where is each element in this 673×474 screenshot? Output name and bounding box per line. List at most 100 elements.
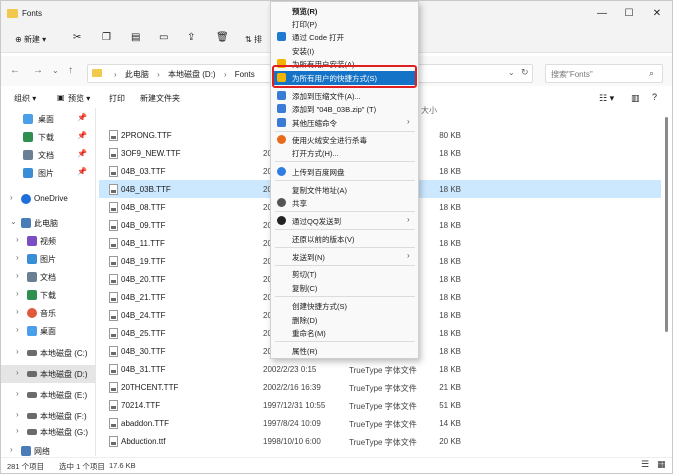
view-options-icon[interactable]: ☷ ▾: [599, 93, 614, 104]
baidu-cloud-icon: [277, 167, 286, 176]
chevron-down-icon[interactable]: ⌄: [10, 217, 17, 226]
font-file-icon: [109, 256, 118, 267]
file-row[interactable]: 04B_31.TTF 2002/2/23 0:15 TrueType 字体文件 18 …: [99, 360, 661, 378]
sort-button[interactable]: ⇅ 排: [245, 34, 262, 45]
menu-item-other-compress[interactable]: 其他压缩命令 ›: [271, 116, 418, 130]
chevron-right-icon: ›: [407, 251, 410, 260]
column-header-size[interactable]: 大小: [421, 105, 437, 116]
share-icon[interactable]: ⇪: [187, 32, 195, 43]
forward-icon[interactable]: →: [33, 65, 43, 76]
cut-icon[interactable]: ✂: [73, 32, 81, 43]
menu-item-huorong-scan[interactable]: 使用火绒安全进行杀毒: [271, 133, 418, 147]
file-row[interactable]: abaddon.TTF 1997/8/24 10:09 TrueType 字体文件 1…: [99, 414, 661, 432]
chevron-right-icon[interactable]: ›: [16, 307, 19, 316]
menu-item-create-shortcut[interactable]: 创建快捷方式(S): [271, 299, 418, 313]
sidebar-item-desktop[interactable]: 桌面 📌: [1, 110, 95, 128]
minimize-button[interactable]: —: [591, 5, 613, 23]
menu-item-print[interactable]: 打印(P): [271, 17, 418, 31]
sidebar-item-drive-c[interactable]: › 本地磁盘 (C:): [1, 344, 95, 362]
menu-item-install[interactable]: 安装(I): [271, 44, 418, 58]
breadcrumb-item[interactable]: 本地磁盘 (D:): [168, 70, 216, 79]
new-folder-button[interactable]: 新建文件夹: [140, 93, 180, 104]
sidebar-item-documents[interactable]: 文档 📌: [1, 146, 95, 164]
scrollbar-thumb[interactable]: [665, 117, 668, 332]
sidebar-item-drive-d[interactable]: › 本地磁盘 (D:): [1, 365, 95, 383]
chevron-down-icon[interactable]: ⌄: [508, 68, 515, 77]
file-row[interactable]: 70214.TTF 1997/12/31 10:55 TrueType 字体文件 51…: [99, 396, 661, 414]
vertical-scrollbar[interactable]: [665, 111, 669, 451]
file-row[interactable]: 20THCENT.TTF 2002/2/16 16:39 TrueType 字体文件…: [99, 378, 661, 396]
rename-icon[interactable]: ▭: [159, 32, 168, 43]
chevron-right-icon[interactable]: ›: [16, 410, 19, 419]
plus-icon: ⊕: [15, 35, 24, 44]
delete-icon[interactable]: 🗑: [216, 32, 229, 43]
copy-icon[interactable]: ❐: [102, 32, 111, 43]
menu-item-copy[interactable]: 复制(C): [271, 281, 418, 295]
menu-item-send-to[interactable]: 发送到(N) ›: [271, 250, 418, 264]
breadcrumb-item[interactable]: 此电脑: [125, 70, 149, 79]
file-row[interactable]: Abduction.ttf 1998/10/10 6:00 TrueType 字体文…: [99, 432, 661, 450]
sidebar-item-music[interactable]: › 音乐: [1, 304, 95, 322]
menu-item-send-qq[interactable]: 通过QQ发送到 ›: [271, 214, 418, 228]
sidebar-item-onedrive[interactable]: › OneDrive: [1, 190, 95, 208]
preview-icon[interactable]: ▣: [57, 93, 65, 102]
chevron-right-icon[interactable]: ›: [16, 426, 19, 435]
breadcrumb-item[interactable]: Fonts: [235, 70, 255, 79]
chevron-right-icon[interactable]: ›: [16, 368, 19, 377]
sidebar-item-downloads[interactable]: 下载 📌: [1, 128, 95, 146]
archive-icon: [277, 91, 286, 100]
sidebar-item-this-pc[interactable]: ⌄ 此电脑: [1, 214, 95, 232]
menu-item-add-zip[interactable]: 添加到 "04B_03B.zip" (T): [271, 102, 418, 116]
chevron-right-icon[interactable]: ›: [16, 253, 19, 262]
menu-item-cut[interactable]: 剪切(T): [271, 267, 418, 281]
details-view-icon[interactable]: ☰: [641, 459, 649, 470]
menu-item-restore-versions[interactable]: 还原以前的版本(V): [271, 232, 418, 246]
search-input[interactable]: 搜索"Fonts" ⌕: [545, 64, 663, 83]
history-chevron-icon[interactable]: ⌄: [52, 66, 59, 75]
menu-item-add-archive[interactable]: 添加到压缩文件(A)...: [271, 89, 418, 103]
sidebar-item-desktop-pc[interactable]: › 桌面: [1, 322, 95, 340]
sidebar-item-pictures-pc[interactable]: › 图片: [1, 250, 95, 268]
sidebar-item-drive-g[interactable]: › 本地磁盘 (G:): [1, 423, 95, 441]
organize-menu[interactable]: 组织 ▾: [14, 93, 36, 104]
menu-item-open-with-code[interactable]: 通过 Code 打开: [271, 30, 418, 44]
chevron-right-icon[interactable]: ›: [16, 325, 19, 334]
chevron-right-icon[interactable]: ›: [10, 445, 13, 454]
menu-item-copy-path[interactable]: 复制文件地址(A): [271, 183, 418, 197]
pane-divider[interactable]: [95, 108, 96, 456]
chevron-right-icon[interactable]: ›: [10, 193, 13, 202]
chevron-right-icon[interactable]: ›: [16, 271, 19, 280]
sidebar-item-drive-e[interactable]: › 本地磁盘 (E:): [1, 386, 95, 404]
menu-item-preview[interactable]: 预览(R): [271, 4, 418, 18]
new-button[interactable]: ⊕ 新建 ▾: [15, 34, 46, 45]
pin-icon: 📌: [77, 149, 87, 158]
menu-item-properties[interactable]: 属性(R): [271, 344, 418, 358]
sidebar-item-pictures[interactable]: 图片 📌: [1, 164, 95, 182]
menu-item-baidu-upload[interactable]: 上传到百度网盘: [271, 165, 418, 179]
menu-item-share[interactable]: 共享: [271, 196, 418, 210]
sidebar-item-downloads-pc[interactable]: › 下载: [1, 286, 95, 304]
picture-icon: [27, 254, 37, 264]
menu-item-delete[interactable]: 删除(D): [271, 313, 418, 327]
chevron-right-icon[interactable]: ›: [16, 235, 19, 244]
help-icon[interactable]: ?: [652, 92, 657, 102]
chevron-right-icon[interactable]: ›: [16, 389, 19, 398]
chevron-right-icon[interactable]: ›: [16, 289, 19, 298]
back-icon[interactable]: ←: [10, 65, 20, 76]
font-file-icon: [109, 166, 118, 177]
menu-item-open-with[interactable]: 打开方式(H)...: [271, 146, 418, 160]
maximize-button[interactable]: ☐: [618, 5, 640, 23]
details-pane-icon[interactable]: ▥: [631, 93, 640, 104]
chevron-right-icon: ›: [157, 70, 160, 79]
up-icon[interactable]: ↑: [68, 65, 73, 76]
sidebar-item-videos[interactable]: › 视频: [1, 232, 95, 250]
sidebar-item-documents-pc[interactable]: › 文档: [1, 268, 95, 286]
refresh-icon[interactable]: ↻: [521, 67, 529, 78]
tiles-view-icon[interactable]: ▦: [657, 459, 666, 470]
paste-icon[interactable]: ▤: [131, 32, 140, 43]
menu-item-rename[interactable]: 重命名(M): [271, 326, 418, 340]
chevron-right-icon[interactable]: ›: [16, 347, 19, 356]
print-button[interactable]: 打印: [109, 93, 125, 104]
close-button[interactable]: ✕: [646, 5, 668, 23]
preview-menu[interactable]: 预览 ▾: [68, 93, 90, 104]
